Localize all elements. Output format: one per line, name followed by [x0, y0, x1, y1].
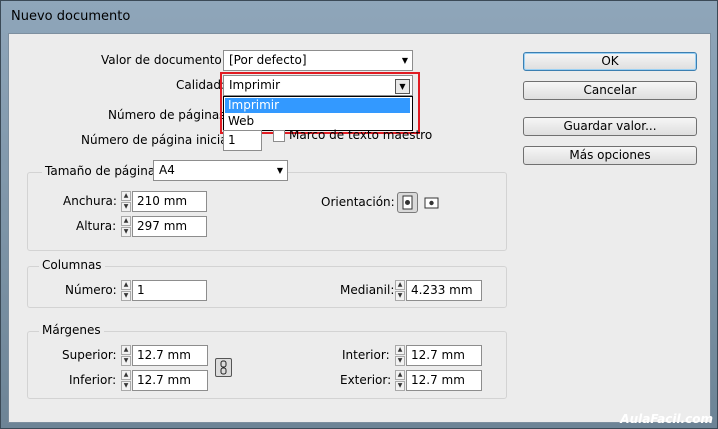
window-title: Nuevo documento — [11, 9, 131, 24]
gutter-label: Medianil: — [340, 283, 395, 297]
new-document-dialog: Nuevo documento Valor de documento: [Por… — [0, 0, 718, 429]
margins-title: Márgenes — [39, 323, 104, 337]
height-input[interactable]: 297 mm — [132, 216, 207, 237]
margin-outside-input[interactable]: 12.7 mm — [406, 370, 482, 391]
margin-top-label: Superior: — [62, 348, 117, 362]
start-page-input[interactable]: 1 — [223, 130, 262, 151]
margin-top-stepper[interactable]: ▲ ▼ — [121, 345, 131, 366]
margin-inside-input[interactable]: 12.7 mm — [406, 345, 482, 366]
width-label: Anchura: — [63, 194, 117, 208]
highlight-annotation — [220, 72, 420, 134]
width-input[interactable]: 210 mm — [132, 191, 207, 212]
columns-number-stepper[interactable]: ▲ ▼ — [121, 280, 131, 301]
document-preset-label: Valor de documento: — [101, 53, 226, 67]
page-count-label: Número de páginas: — [108, 108, 230, 122]
page-size-select[interactable]: A4 ▼ — [153, 160, 288, 181]
cancel-button[interactable]: Cancelar — [523, 81, 697, 100]
gutter-stepper[interactable]: ▲ ▼ — [395, 280, 405, 301]
master-text-frame-label: Marco de texto maestro — [289, 128, 433, 142]
height-stepper[interactable]: ▲ ▼ — [121, 216, 131, 237]
save-preset-button[interactable]: Guardar valor... — [523, 117, 697, 136]
margin-bottom-stepper[interactable]: ▲ ▼ — [121, 370, 131, 391]
columns-title: Columnas — [39, 258, 105, 272]
page-size-label: Tamaño de página: — [42, 164, 163, 178]
portrait-orientation-icon[interactable] — [397, 192, 418, 213]
width-stepper[interactable]: ▲ ▼ — [121, 191, 131, 212]
gutter-input[interactable]: 4.233 mm — [406, 280, 482, 301]
dialog-body: Valor de documento: [Por defecto] ▼ Cali… — [8, 33, 711, 423]
margin-bottom-label: Inferior: — [69, 373, 117, 387]
more-options-button[interactable]: Más opciones — [523, 146, 697, 165]
chevron-down-icon: ▼ — [401, 56, 408, 65]
start-page-label: Número de página inicial: — [81, 133, 235, 147]
document-preset-value: [Por defecto] — [229, 53, 307, 67]
master-text-frame-checkbox[interactable] — [273, 130, 285, 142]
chevron-down-icon: ▼ — [276, 166, 283, 175]
title-bar[interactable]: Nuevo documento — [1, 1, 717, 33]
ok-button[interactable]: OK — [523, 52, 697, 71]
columns-number-input[interactable]: 1 — [132, 280, 207, 301]
columns-number-label: Número: — [65, 283, 117, 297]
page-size-value: A4 — [159, 163, 175, 177]
margin-inside-label: Interior: — [342, 348, 390, 362]
margin-outside-label: Exterior: — [340, 373, 392, 387]
margin-bottom-input[interactable]: 12.7 mm — [132, 370, 208, 391]
orientation-label: Orientación: — [321, 195, 395, 209]
margin-top-input[interactable]: 12.7 mm — [132, 345, 208, 366]
landscape-orientation-icon[interactable] — [423, 194, 441, 212]
margin-inside-stepper[interactable]: ▲ ▼ — [395, 345, 405, 366]
document-preset-select[interactable]: [Por defecto] ▼ — [223, 50, 413, 71]
margin-outside-stepper[interactable]: ▲ ▼ — [395, 370, 405, 391]
chain-link-icon[interactable] — [215, 358, 232, 377]
height-label: Altura: — [76, 219, 117, 233]
watermark: AulaFacil.com — [620, 412, 713, 426]
quality-label: Calidad: — [176, 78, 226, 92]
